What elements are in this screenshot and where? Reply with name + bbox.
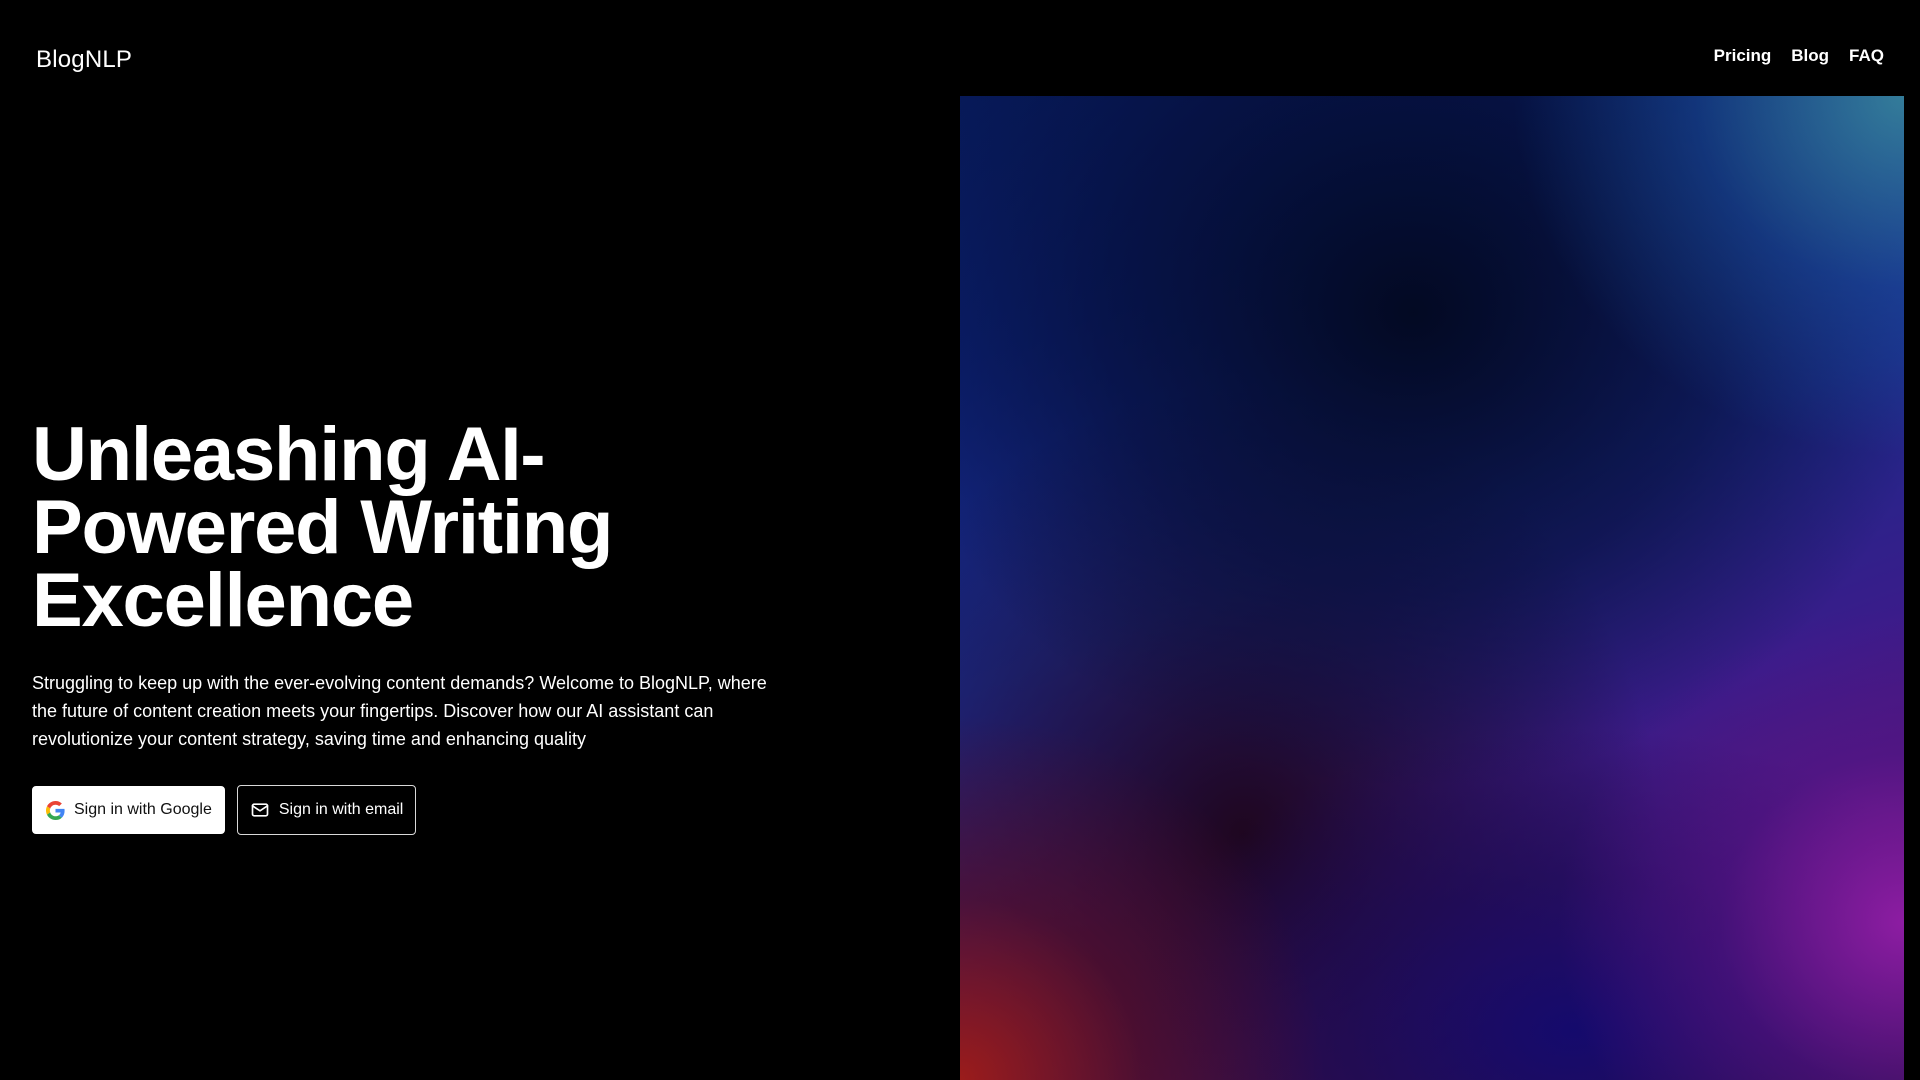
hero-description: Struggling to keep up with the ever-evol… [32, 669, 792, 753]
nav-link-faq[interactable]: FAQ [1849, 46, 1884, 66]
logo[interactable]: BlogNLP [36, 46, 132, 74]
description-line: Struggling to keep up with the ever-evol… [32, 673, 767, 693]
email-signin-button[interactable]: Sign in with email [236, 785, 417, 835]
nav-link-blog[interactable]: Blog [1791, 46, 1829, 66]
headline-line: Excellence [32, 558, 414, 643]
headline-line: Powered Writing [32, 485, 613, 570]
google-signin-button[interactable]: Sign in with Google [32, 786, 225, 834]
mail-icon [250, 800, 270, 820]
signin-buttons: Sign in with Google Sign in with email [32, 785, 812, 835]
hero-section: Unleashing AI- Powered Writing Excellenc… [32, 412, 812, 835]
hero-headline: Unleashing AI- Powered Writing Excellenc… [32, 412, 812, 643]
description-line: revolutionize your content strategy, sav… [32, 729, 586, 749]
email-signin-label: Sign in with email [278, 801, 404, 818]
hero-gradient-image [960, 96, 1904, 1080]
headline-line: Unleashing AI- [32, 412, 546, 497]
google-icon [45, 800, 65, 820]
nav-link-pricing[interactable]: Pricing [1714, 46, 1772, 66]
landing-page: BlogNLP Pricing Blog FAQ Unleashing AI- … [0, 0, 1920, 1080]
top-nav: Pricing Blog FAQ [1714, 46, 1884, 66]
google-signin-label: Sign in with Google [74, 801, 212, 818]
description-line: the future of content creation meets you… [32, 701, 714, 721]
